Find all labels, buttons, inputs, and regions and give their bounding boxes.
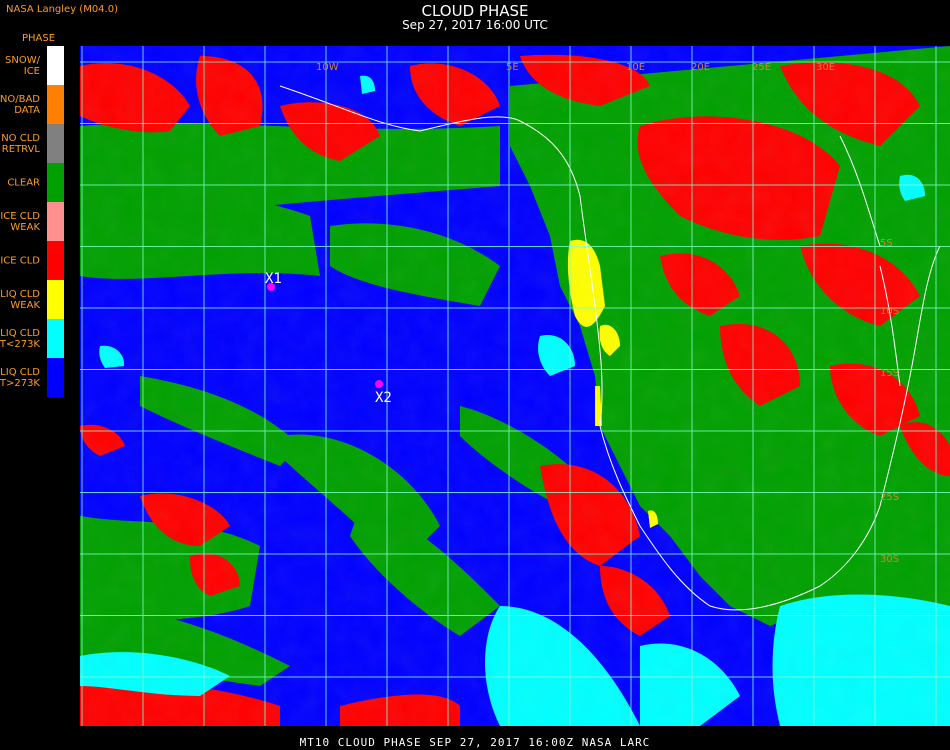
legend-swatch [47, 358, 64, 397]
param-label: PHASE [22, 33, 56, 44]
legend-item: NO/BAD DATA [0, 85, 66, 124]
legend-swatch [47, 85, 64, 124]
legend-label: CLEAR [7, 177, 40, 188]
grid-label: 25E [752, 62, 771, 73]
color-legend: SNOW/ ICE NO/BAD DATA NO CLD RETRVL CLEAR IC… [0, 46, 66, 397]
grid-label: 25S [880, 492, 899, 503]
legend-swatch [47, 319, 64, 358]
legend-swatch [47, 124, 64, 163]
footer-caption: MT10 CLOUD PHASE SEP 27, 2017 16:00Z NAS… [299, 736, 651, 749]
legend-swatch [47, 241, 64, 280]
grid-label: 10S [880, 306, 899, 317]
legend-label: NO CLD RETRVL [1, 132, 40, 155]
grid-label: 30E [816, 62, 835, 73]
legend-label: LIQ CLD T>273K [0, 366, 40, 389]
cloud-phase-map: 10W 5E 10E 20E 25E 30E 5S 10S 15S 25S 30… [80, 46, 950, 726]
grid-label: 30S [880, 554, 899, 565]
legend-swatch [47, 280, 64, 319]
legend-item: SNOW/ ICE [0, 46, 66, 85]
legend-label: LIQ CLD T<273K [0, 327, 40, 350]
grid-label: 10W [316, 62, 339, 73]
legend-item: NO CLD RETRVL [0, 124, 66, 163]
legend-item: LIQ CLD T<273K [0, 319, 66, 358]
legend-swatch [47, 202, 64, 241]
legend-swatch [47, 46, 64, 85]
legend-swatch [47, 163, 64, 202]
grid-label: 10E [626, 62, 645, 73]
legend-label: NO/BAD DATA [0, 93, 40, 116]
legend-item: LIQ CLD WEAK [0, 280, 66, 319]
grid-label: 5S [880, 238, 893, 249]
legend-item: ICE CLD [0, 241, 66, 280]
legend-label: SNOW/ ICE [5, 54, 40, 77]
legend-label: LIQ CLD WEAK [0, 288, 40, 311]
grid-label: 15S [880, 368, 899, 379]
legend-item: LIQ CLD T>273K [0, 358, 66, 397]
legend-item: CLEAR [0, 163, 66, 202]
grid-label: 20E [691, 62, 710, 73]
svg-text:X1: X1 [265, 271, 282, 287]
svg-text:X2: X2 [375, 390, 392, 406]
legend-item: ICE CLD WEAK [0, 202, 66, 241]
grid-label: 5E [506, 62, 519, 73]
legend-label: ICE CLD WEAK [0, 210, 40, 233]
map-subtitle: Sep 27, 2017 16:00 UTC [402, 18, 548, 32]
legend-label: ICE CLD [0, 255, 40, 266]
